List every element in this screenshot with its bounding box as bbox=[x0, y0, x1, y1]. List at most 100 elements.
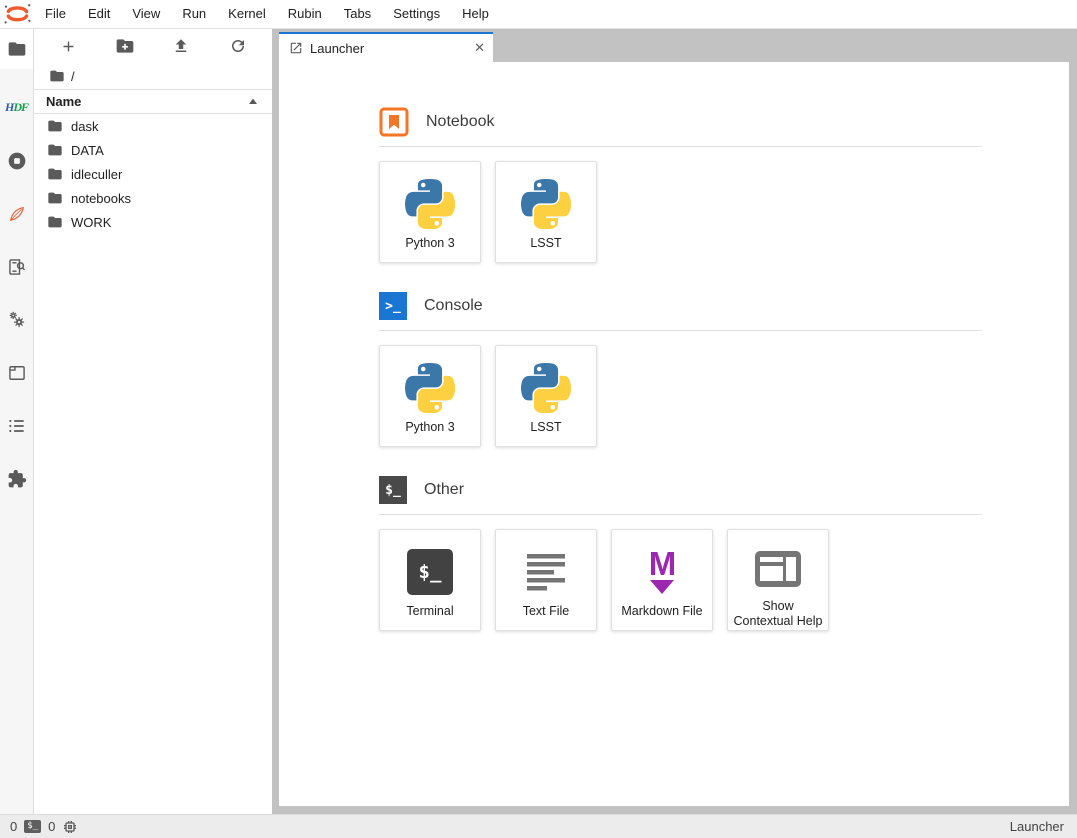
menu-item-help[interactable]: Help bbox=[451, 0, 500, 28]
kernels-count: 0 bbox=[48, 819, 55, 834]
menu-item-settings[interactable]: Settings bbox=[382, 0, 451, 28]
file-row-dask[interactable]: dask bbox=[34, 114, 272, 138]
file-row-notebooks[interactable]: notebooks bbox=[34, 186, 272, 210]
running-sessions-status[interactable]: 0 $_ 0 bbox=[10, 819, 78, 835]
card-notebook-lsst[interactable]: LSST bbox=[495, 161, 597, 263]
status-bar: 0 $_ 0 Launcher bbox=[0, 814, 1077, 838]
card-other-show-contextual-help[interactable]: Show Contextual Help bbox=[727, 529, 829, 631]
card-label: Terminal bbox=[406, 604, 453, 620]
main-dock-panel: Launcher ✕ Notebook Python 3 LSST >_ Con… bbox=[272, 29, 1077, 814]
name-column-header[interactable]: Name bbox=[34, 89, 272, 114]
section-title: Console bbox=[424, 297, 483, 315]
current-activity-label: Launcher bbox=[1010, 819, 1064, 834]
terminal-icon: $_ bbox=[24, 820, 41, 833]
notebook-section-icon bbox=[379, 107, 409, 137]
cards-row: $_ Terminal Text File M Markdown File Sh… bbox=[379, 529, 982, 631]
tab-launcher[interactable]: Launcher ✕ bbox=[279, 32, 493, 62]
folder-icon bbox=[47, 166, 63, 182]
file-row-idleculler[interactable]: idleculler bbox=[34, 162, 272, 186]
book-magnifier-icon bbox=[7, 257, 27, 277]
python-icon bbox=[521, 178, 571, 230]
card-label: Show Contextual Help bbox=[734, 599, 823, 630]
sidebar-item-firefly[interactable] bbox=[0, 187, 33, 240]
menu-item-rubin[interactable]: Rubin bbox=[277, 0, 333, 28]
home-folder-icon[interactable] bbox=[49, 68, 65, 84]
launcher-section-console: >_ Console Python 3 LSST bbox=[379, 291, 982, 447]
other-section-icon: $_ bbox=[379, 476, 407, 504]
close-tab-icon[interactable]: ✕ bbox=[474, 40, 485, 56]
section-divider bbox=[379, 146, 982, 147]
gears-icon bbox=[7, 310, 27, 330]
contextual-help-icon bbox=[753, 546, 803, 593]
feather-icon bbox=[7, 204, 27, 224]
new-folder-button[interactable] bbox=[108, 33, 142, 59]
sidebar-item-running-kernels[interactable] bbox=[0, 134, 33, 187]
puzzle-icon bbox=[7, 469, 27, 489]
menu-item-run[interactable]: Run bbox=[171, 0, 217, 28]
card-label: Text File bbox=[523, 604, 570, 620]
launcher-tab-icon bbox=[289, 41, 303, 55]
rubin-logo-icon bbox=[0, 2, 34, 26]
sidebar-item-table-of-contents[interactable] bbox=[0, 399, 33, 452]
card-label: Python 3 bbox=[405, 236, 454, 252]
section-divider bbox=[379, 514, 982, 515]
folder-icon bbox=[47, 214, 63, 230]
file-list: dask DATA idleculler notebooks WORK bbox=[34, 114, 272, 234]
menu-item-tabs[interactable]: Tabs bbox=[333, 0, 382, 28]
kernel-chip-icon bbox=[62, 819, 78, 835]
hdf-icon: HDF bbox=[5, 100, 28, 115]
left-sidebar: HDF bbox=[0, 29, 34, 814]
markdown-icon: M bbox=[649, 546, 676, 598]
launcher-panel: Notebook Python 3 LSST >_ Console Python… bbox=[279, 62, 1069, 806]
section-header: >_ Console bbox=[379, 291, 982, 321]
folder-icon bbox=[47, 190, 63, 206]
python-icon bbox=[405, 178, 455, 230]
file-row-data[interactable]: DATA bbox=[34, 138, 272, 162]
card-other-terminal[interactable]: $_ Terminal bbox=[379, 529, 481, 631]
sidebar-item-widgets[interactable] bbox=[0, 346, 33, 399]
section-divider bbox=[379, 330, 982, 331]
section-title: Other bbox=[424, 481, 464, 499]
menu-item-edit[interactable]: Edit bbox=[77, 0, 121, 28]
card-console-python-3[interactable]: Python 3 bbox=[379, 345, 481, 447]
section-header: Notebook bbox=[379, 107, 982, 137]
sidebar-item-extension-manager[interactable] bbox=[0, 452, 33, 505]
sort-ascending-icon bbox=[248, 97, 258, 106]
new-launcher-button[interactable] bbox=[51, 33, 85, 59]
section-title: Notebook bbox=[426, 113, 495, 131]
cards-row: Python 3 LSST bbox=[379, 161, 982, 263]
card-label: LSST bbox=[530, 236, 561, 252]
folder-icon bbox=[47, 142, 63, 158]
menu-item-file[interactable]: File bbox=[34, 0, 77, 28]
folder-icon bbox=[7, 39, 27, 59]
sidebar-item-hdf5-viewer[interactable]: HDF bbox=[0, 81, 33, 134]
console-section-icon: >_ bbox=[379, 292, 407, 320]
card-other-markdown-file[interactable]: M Markdown File bbox=[611, 529, 713, 631]
card-console-lsst[interactable]: LSST bbox=[495, 345, 597, 447]
file-browser-toolbar bbox=[34, 29, 272, 63]
folder-icon bbox=[47, 118, 63, 134]
launcher-section-other: $_ Other $_ Terminal Text File M Markdow… bbox=[379, 475, 982, 631]
text-lines-icon bbox=[524, 546, 568, 598]
breadcrumb-root[interactable]: / bbox=[71, 69, 75, 84]
card-label: Python 3 bbox=[405, 420, 454, 436]
list-icon bbox=[7, 416, 27, 436]
card-other-text-file[interactable]: Text File bbox=[495, 529, 597, 631]
file-browser-panel: / Name dask DATA idleculler notebooks bbox=[34, 29, 272, 814]
card-notebook-python-3[interactable]: Python 3 bbox=[379, 161, 481, 263]
file-row-work[interactable]: WORK bbox=[34, 210, 272, 234]
section-header: $_ Other bbox=[379, 475, 982, 505]
sidebar-item-file-browser[interactable] bbox=[0, 29, 33, 69]
refresh-button[interactable] bbox=[221, 33, 255, 59]
python-icon bbox=[405, 362, 455, 414]
tab-square-icon bbox=[7, 363, 27, 383]
sidebar-item-inspector[interactable] bbox=[0, 240, 33, 293]
menu-item-view[interactable]: View bbox=[121, 0, 171, 28]
sidebar-item-dask[interactable] bbox=[0, 293, 33, 346]
tab-label: Launcher bbox=[310, 41, 364, 56]
terminal-icon: $_ bbox=[407, 546, 453, 598]
card-label: LSST bbox=[530, 420, 561, 436]
terminals-count: 0 bbox=[10, 819, 17, 834]
menu-item-kernel[interactable]: Kernel bbox=[217, 0, 277, 28]
upload-button[interactable] bbox=[164, 33, 198, 59]
